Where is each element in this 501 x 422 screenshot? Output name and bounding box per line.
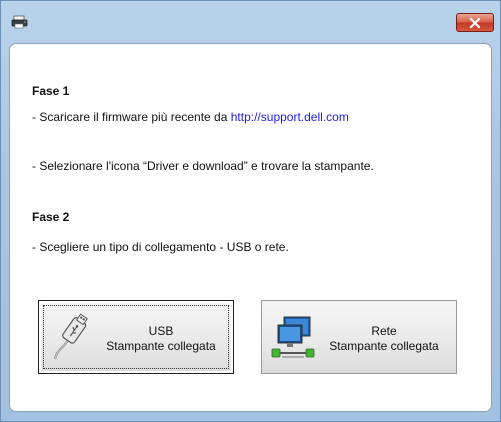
step2-line1: - Scegliere un tipo di collegamento - US… (32, 240, 289, 254)
close-icon (469, 17, 481, 28)
network-button-label: Rete Stampante collegata (320, 324, 448, 354)
dialog-window: Fase 1 - Scaricare il firmware più recen… (0, 0, 501, 422)
title-bar[interactable] (1, 1, 500, 43)
printer-icon (11, 15, 29, 29)
usb-button-title: USB (148, 324, 174, 338)
network-button-title: Rete (371, 324, 397, 338)
network-button-subtitle: Stampante collegata (329, 339, 439, 353)
step1-line1-text: - Scaricare il firmware più recente da (32, 110, 231, 124)
usb-button-label: USB Stampante collegata (97, 324, 225, 354)
usb-cable-icon (47, 313, 97, 363)
step1-line2: - Selezionare l'icona “Driver e download… (32, 159, 374, 173)
close-button[interactable] (456, 13, 494, 32)
step1-line1: - Scaricare il firmware più recente da h… (32, 110, 349, 124)
step2-heading: Fase 2 (32, 210, 70, 224)
usb-button[interactable]: USB Stampante collegata (38, 300, 234, 374)
support-link[interactable]: http://support.dell.com (231, 110, 349, 124)
network-icon (270, 313, 320, 363)
content-panel: Fase 1 - Scaricare il firmware più recen… (9, 43, 492, 412)
step1-heading: Fase 1 (32, 84, 70, 98)
network-button[interactable]: Rete Stampante collegata (261, 300, 457, 374)
usb-button-subtitle: Stampante collegata (106, 339, 216, 353)
